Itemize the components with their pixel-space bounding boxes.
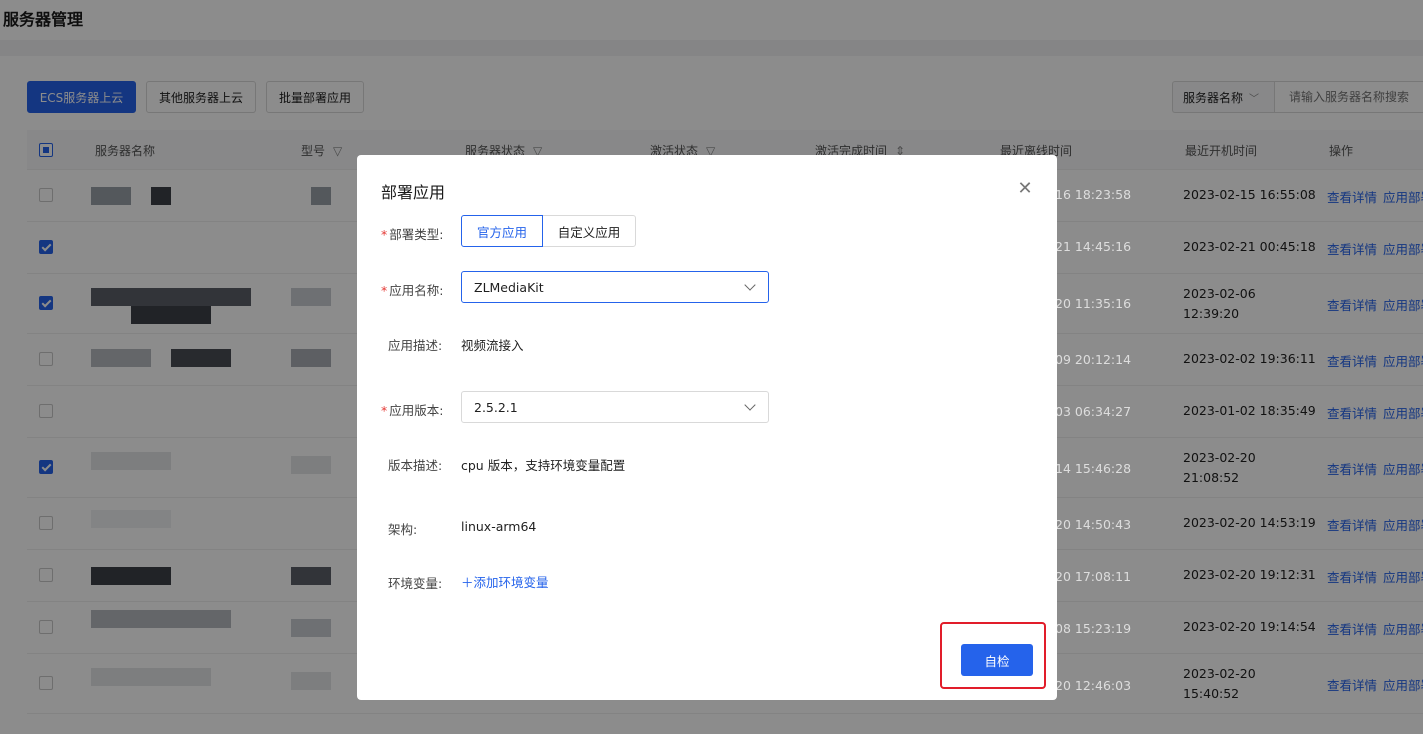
app-desc-label: 应用描述: — [388, 338, 443, 353]
offline-time: 16 18:23:58 — [1057, 187, 1132, 202]
offline-time: 09 20:12:14 — [1057, 352, 1132, 367]
self-check-button[interactable]: 自检 — [961, 644, 1033, 676]
version-desc-label: 版本描述: — [388, 458, 443, 473]
modal-title: 部署应用 — [381, 183, 446, 202]
app-version-value: 2.5.2.1 — [474, 399, 518, 415]
app-name-label: * 应用名称: — [381, 283, 444, 298]
arch-value: linux-arm64 — [461, 519, 537, 534]
deploy-type-label: * 部署类型: — [381, 227, 444, 242]
custom-app-option[interactable]: 自定义应用 — [542, 215, 636, 247]
chevron-down-icon — [744, 399, 756, 411]
offline-time: 08 15:23:19 — [1057, 621, 1132, 636]
offline-time: 21 14:45:16 — [1057, 239, 1132, 254]
app-desc-value: 视频流接入 — [461, 338, 524, 353]
offline-time: 03 06:34:27 — [1057, 404, 1132, 419]
offline-time: 20 17:08:11 — [1057, 569, 1132, 584]
plus-icon: ＋ — [461, 575, 474, 590]
app-version-select[interactable]: 2.5.2.1 — [461, 391, 769, 423]
close-icon[interactable]: ✕ — [1015, 179, 1035, 199]
add-env-link[interactable]: ＋添加环境变量 — [461, 572, 549, 591]
offline-time-column-visible: 16 18:23:58 21 14:45:16 20 11:35:16 09 2… — [1057, 0, 1187, 734]
env-label: 环境变量: — [388, 576, 443, 591]
deploy-app-modal: 部署应用 ✕ * 部署类型: 官方应用 自定义应用 * 应用名称: ZLMediaK… — [357, 155, 1057, 700]
version-desc-value: cpu 版本，支持环境变量配置 — [461, 458, 626, 473]
app-name-select[interactable]: ZLMediaKit — [461, 271, 769, 303]
arch-label: 架构: — [388, 522, 418, 537]
offline-time: 20 12:46:03 — [1057, 678, 1132, 693]
offline-time: 14 15:46:28 — [1057, 461, 1132, 476]
chevron-down-icon — [744, 279, 756, 291]
offline-time: 20 11:35:16 — [1057, 296, 1132, 311]
official-app-option[interactable]: 官方应用 — [461, 215, 543, 247]
offline-time: 20 14:50:43 — [1057, 517, 1132, 532]
app-name-value: ZLMediaKit — [474, 279, 544, 295]
app-version-label: * 应用版本: — [381, 403, 444, 418]
